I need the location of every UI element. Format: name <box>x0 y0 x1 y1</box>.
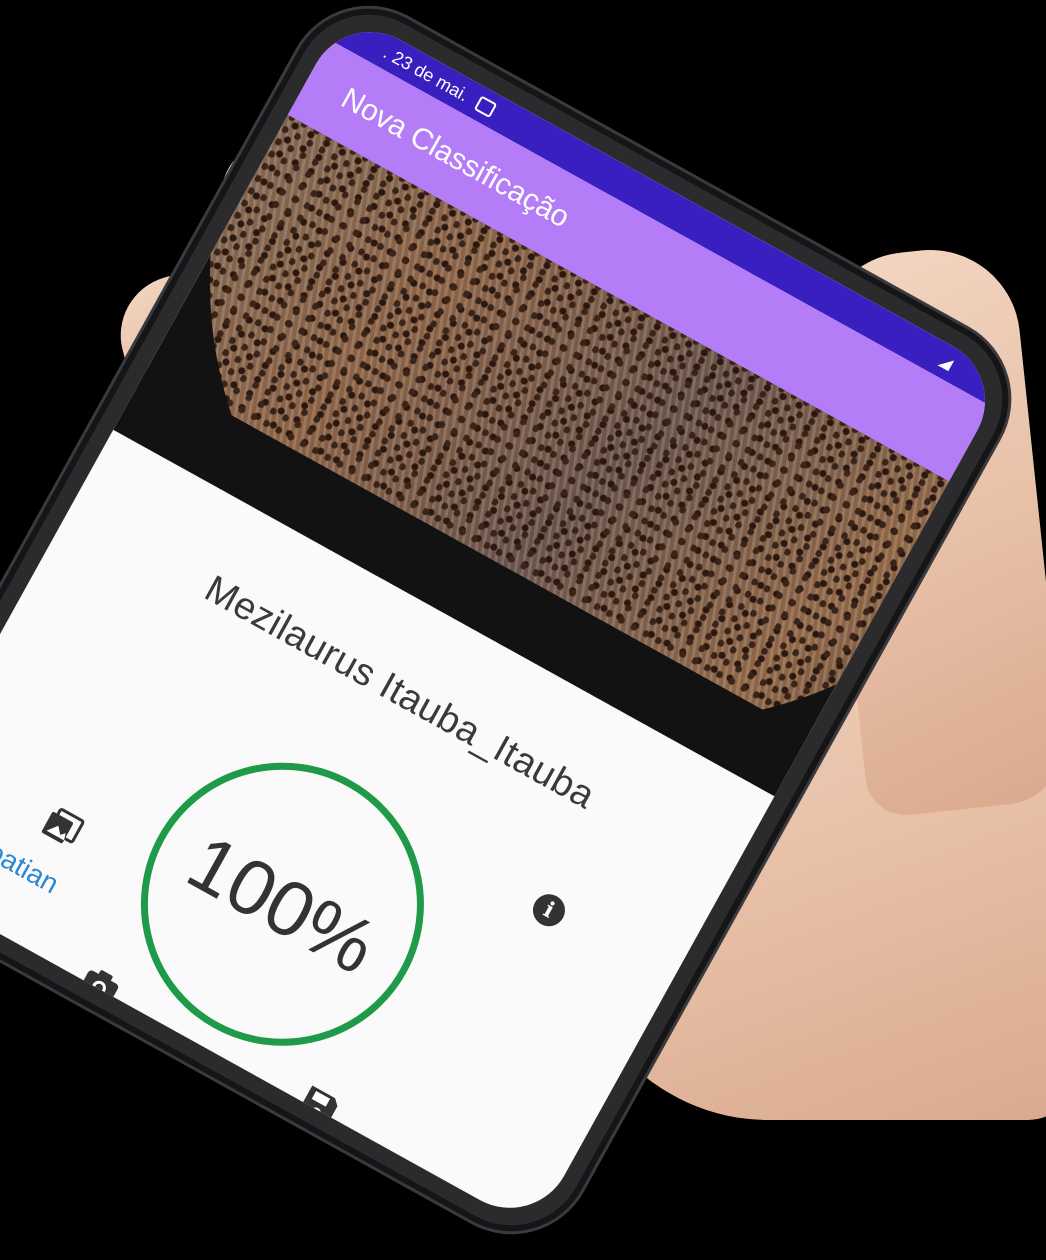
confidence-percent: 100% <box>174 816 392 991</box>
gallery-icon[interactable] <box>35 801 89 855</box>
confidence-gauge: 100% i IA <box>41 700 571 1129</box>
signal-icon: ◢ <box>936 352 956 374</box>
ia-icon[interactable]: IA <box>159 1069 215 1125</box>
info-icon[interactable]: i <box>527 888 571 932</box>
ia-label: IA <box>176 1086 198 1109</box>
image-notification-icon <box>473 95 498 119</box>
